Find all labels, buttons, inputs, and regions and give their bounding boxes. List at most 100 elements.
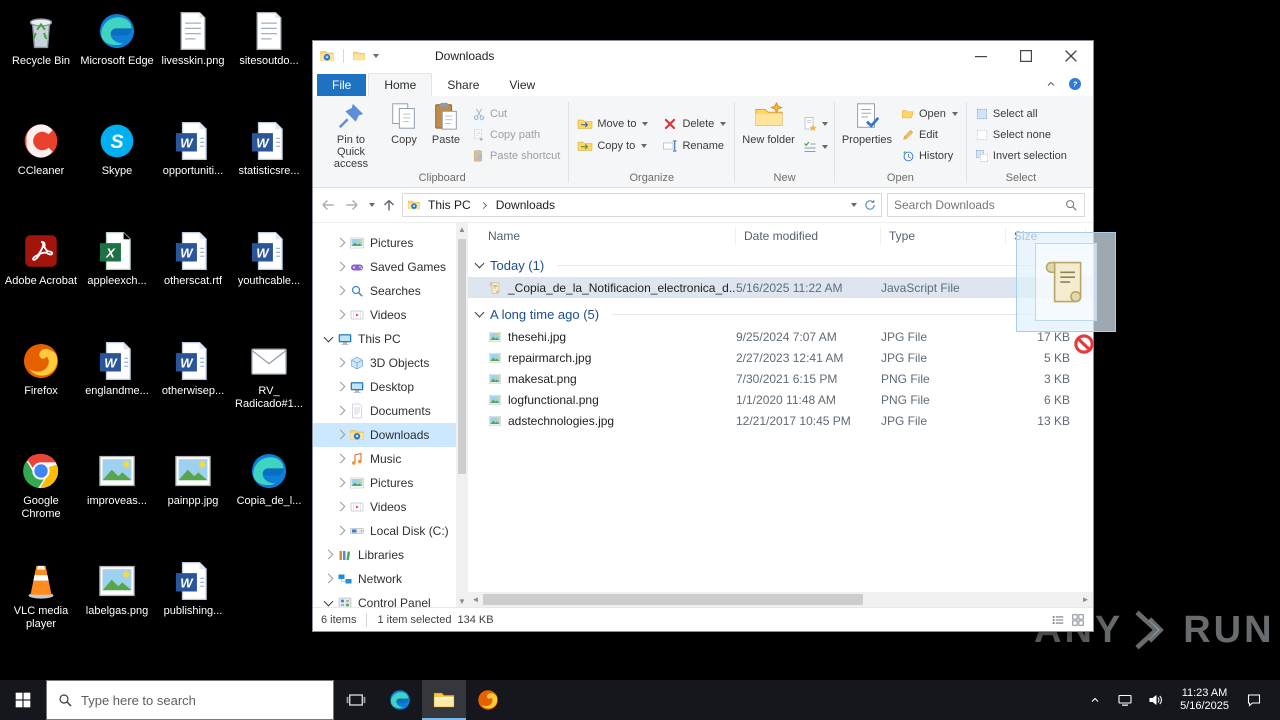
desktop-icon-painpp[interactable]: painpp.jpg (156, 444, 230, 554)
copy-to-button[interactable]: Copy to (572, 135, 653, 156)
rename-button[interactable]: Rename (657, 135, 731, 156)
collapse-ribbon-icon[interactable] (1045, 78, 1057, 90)
expand-chevron-icon[interactable] (335, 285, 346, 295)
taskbar-search[interactable] (46, 680, 334, 720)
network-tray-button[interactable] (1112, 680, 1138, 720)
tab-home[interactable]: Home (368, 73, 433, 96)
address-dropdown-chevron-icon[interactable] (851, 203, 857, 207)
file-row[interactable]: _Copia_de_la_Notificacion_electronica_d.… (468, 277, 1093, 298)
start-button[interactable] (0, 680, 46, 720)
desktop-icon-statisticsre[interactable]: Wstatisticsre... (232, 114, 306, 224)
sidebar-item-documents[interactable]: Documents (313, 399, 456, 423)
paste-shortcut-button[interactable]: Paste shortcut (467, 146, 565, 167)
details-view-icon[interactable] (1051, 613, 1065, 627)
file-row[interactable]: thesehi.jpg 9/25/2024 7:07 AM JPG File 1… (468, 326, 1093, 347)
qat-customize-chevron-icon[interactable] (373, 54, 379, 58)
tab-share[interactable]: Share (432, 74, 494, 96)
file-row[interactable]: logfunctional.png 1/1/2020 11:48 AM PNG … (468, 389, 1093, 410)
sidebar-item-3d-objects[interactable]: 3D Objects (313, 351, 456, 375)
easy-access-button[interactable] (799, 137, 831, 157)
sidebar-item-this-pc[interactable]: This PC (313, 327, 456, 351)
file-row[interactable]: repairmarch.jpg 2/27/2023 12:41 AM JPG F… (468, 347, 1093, 368)
file-row[interactable]: makesat.png 7/30/2021 6:15 PM PNG File 3… (468, 368, 1093, 389)
breadcrumb-separator-icon[interactable] (479, 201, 487, 209)
desktop-icon-adobe-acrobat[interactable]: Adobe Acrobat (4, 224, 78, 334)
invert-selection-button[interactable]: Invert selection (970, 146, 1072, 167)
sidebar-item-desktop[interactable]: Desktop (313, 375, 456, 399)
column-header-type[interactable]: Type (881, 227, 1006, 245)
scrollbar-thumb[interactable] (458, 239, 466, 474)
collapse-chevron-icon[interactable] (323, 596, 334, 606)
close-button[interactable] (1048, 41, 1093, 71)
sidebar-item-control-panel[interactable]: Control Panel (313, 591, 456, 607)
scroll-up-arrow-icon[interactable]: ▲ (458, 223, 466, 235)
taskbar-app-firefox[interactable] (466, 680, 510, 720)
tab-view[interactable]: View (494, 74, 550, 96)
horizontal-scrollbar[interactable]: ◄ ► (468, 592, 1093, 607)
expand-chevron-icon[interactable] (323, 549, 334, 559)
taskbar-search-input[interactable] (81, 692, 323, 708)
properties-button[interactable]: Properties (838, 98, 896, 172)
expand-chevron-icon[interactable] (335, 453, 346, 463)
maximize-button[interactable] (1003, 41, 1048, 71)
refresh-icon[interactable] (863, 198, 877, 212)
taskbar-app-edge[interactable] (378, 680, 422, 720)
action-center-button[interactable] (1241, 680, 1267, 720)
sidebar-item-pictures-2[interactable]: Pictures (313, 471, 456, 495)
move-to-button[interactable]: Move to (572, 113, 653, 134)
sidebar-item-downloads[interactable]: Downloads (313, 423, 456, 447)
new-folder-button[interactable]: New folder (738, 98, 799, 172)
group-header-a-long-time-ago[interactable]: A long time ago (5) (468, 302, 1093, 326)
copy-path-button[interactable]: Copy path (467, 125, 565, 146)
taskbar-clock[interactable]: 11:23 AM 5/16/2025 (1172, 687, 1237, 713)
expand-chevron-icon[interactable] (335, 429, 346, 439)
desktop-icon-recycle-bin[interactable]: Recycle Bin (4, 4, 78, 114)
search-input[interactable] (894, 198, 1060, 212)
sidebar-item-local-disk-c[interactable]: Local Disk (C:) (313, 519, 456, 543)
task-view-button[interactable] (334, 680, 378, 720)
desktop-icon-improveas[interactable]: improveas... (80, 444, 154, 554)
desktop-icon-youthcable[interactable]: Wyouthcable... (232, 224, 306, 334)
title-bar[interactable]: Downloads (313, 41, 1093, 71)
recent-locations-chevron-icon[interactable] (369, 203, 375, 207)
qat-folder-icon[interactable] (352, 49, 366, 63)
desktop-icon-skype[interactable]: S Skype (80, 114, 154, 224)
history-button[interactable]: History (896, 146, 963, 167)
scroll-left-arrow-icon[interactable]: ◄ (468, 595, 483, 604)
desktop-icon-ccleaner[interactable]: CCleaner (4, 114, 78, 224)
desktop-icon-rv-radicado[interactable]: RV_ Radicado#1... (232, 334, 306, 444)
cut-button[interactable]: Cut (467, 104, 565, 125)
sidebar-item-videos[interactable]: Videos (313, 303, 456, 327)
minimize-button[interactable] (958, 41, 1003, 71)
select-all-button[interactable]: Select all (970, 104, 1072, 125)
search-icon[interactable] (1064, 198, 1078, 212)
paste-button[interactable]: Paste (425, 98, 467, 172)
expand-chevron-icon[interactable] (335, 309, 346, 319)
expand-chevron-icon[interactable] (323, 573, 334, 583)
desktop-icon-otherscat[interactable]: Wotherscat.rtf (156, 224, 230, 334)
desktop-icon-labelgas[interactable]: labelgas.png (80, 554, 154, 664)
delete-button[interactable]: Delete (657, 113, 731, 134)
desktop-icon-copia-de-l[interactable]: Copia_de_l... (232, 444, 306, 554)
nav-scrollbar[interactable]: ▲ ▼ (456, 223, 468, 607)
forward-button-icon[interactable] (343, 196, 361, 214)
search-box[interactable] (887, 193, 1085, 217)
expand-chevron-icon[interactable] (335, 381, 346, 391)
sidebar-item-pictures[interactable]: Pictures (313, 231, 456, 255)
expand-chevron-icon[interactable] (335, 501, 346, 511)
expand-chevron-icon[interactable] (335, 237, 346, 247)
group-header-today[interactable]: Today (1) (468, 253, 1093, 277)
expand-chevron-icon[interactable] (335, 477, 346, 487)
sidebar-item-saved-games[interactable]: Saved Games (313, 255, 456, 279)
column-header-name[interactable]: Name (468, 227, 736, 245)
taskbar-app-file-explorer[interactable] (422, 680, 466, 720)
expand-chevron-icon[interactable] (335, 525, 346, 535)
copy-button[interactable]: Copy (383, 98, 425, 172)
collapse-chevron-icon[interactable] (474, 258, 485, 268)
open-button[interactable]: Open (896, 104, 963, 125)
desktop-icon-appleexch[interactable]: Xappleexch... (80, 224, 154, 334)
sidebar-item-videos-2[interactable]: Videos (313, 495, 456, 519)
scroll-right-arrow-icon[interactable]: ► (1078, 595, 1093, 604)
address-bar[interactable]: This PC Downloads (402, 193, 882, 217)
edit-button[interactable]: Edit (896, 125, 963, 146)
